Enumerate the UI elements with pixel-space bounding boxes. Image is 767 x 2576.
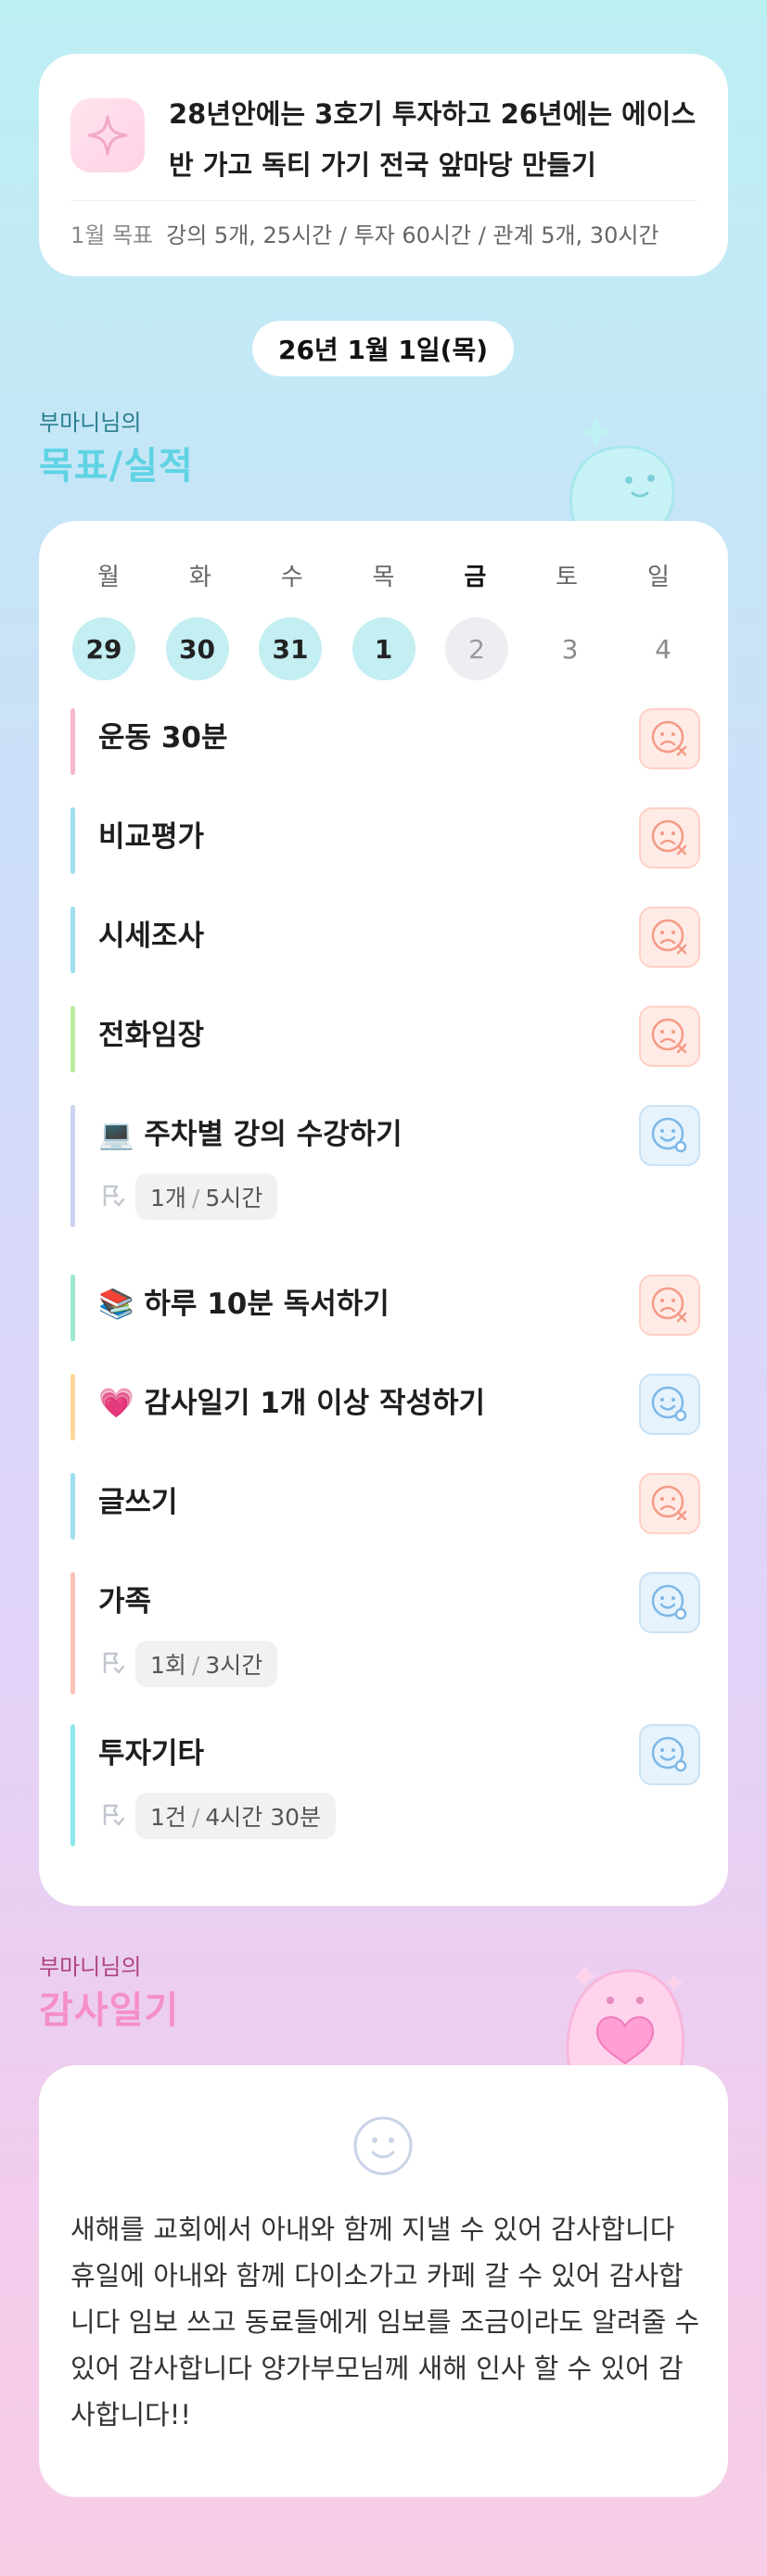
task-record: 1회/3시간 <box>98 1641 278 1687</box>
diary-owner: 부마니님의 <box>39 1954 142 1980</box>
task-name: 비교평가 <box>98 820 205 854</box>
task-name: 💗 감사일기 1개 이상 작성하기 <box>98 1387 486 1420</box>
sad-face-icon[interactable] <box>639 708 700 769</box>
date-3[interactable]: 3 <box>539 617 602 680</box>
task-name: 전화임장 <box>98 1019 205 1052</box>
smile-face-icon[interactable] <box>639 1572 700 1633</box>
sad-face-icon[interactable] <box>639 1275 700 1336</box>
monthly-goal-label: 1월 목표 <box>70 222 154 248</box>
weekday-sun: 일 <box>647 564 670 591</box>
task-color-bar <box>70 1724 75 1846</box>
diary-text: 새해를 교회에서 아내와 함께 지낼 수 있어 감사합니다 휴일에 아내와 함께… <box>70 2214 700 2430</box>
goal-title: 28년안에는 3호기 투자하고 26년에는 에이스반 가고 독티 가기 전국 앞… <box>169 98 697 181</box>
smile-face-icon[interactable] <box>639 1105 700 1166</box>
goal-card[interactable]: 28년안에는 3호기 투자하고 26년에는 에이스반 가고 독티 가기 전국 앞… <box>39 54 728 276</box>
date-30[interactable]: 30 <box>165 617 229 680</box>
mascot-heart-icon <box>553 1947 697 2071</box>
mascot-icon <box>555 408 694 537</box>
sad-face-icon[interactable] <box>639 1473 700 1534</box>
performance-card: 월 화 수 목 금 토 일 29 30 31 1 2 3 4 운동 30분비교평… <box>39 521 728 1906</box>
performance-owner: 부마니님의 <box>39 410 142 436</box>
task-name: 투자기타 <box>98 1737 205 1770</box>
task-color-bar <box>70 1105 75 1227</box>
task-name: 시세조사 <box>98 920 205 953</box>
task-record: 1건/4시간 30분 <box>98 1793 337 1839</box>
date-selector[interactable]: 26년 1월 1일(목) <box>252 321 514 376</box>
diary-title: 감사일기 <box>39 1989 180 2032</box>
smile-icon <box>352 2115 414 2180</box>
task-item[interactable]: 투자기타 1건/4시간 30분 <box>70 1724 700 1846</box>
task-item[interactable]: 💻 주차별 강의 수강하기 1개/5시간 <box>70 1105 700 1227</box>
monthly-goal: 1월 목표 강의 5개, 25시간 / 투자 60시간 / 관계 5개, 30시간 <box>70 213 706 258</box>
flag-icon <box>98 1648 126 1680</box>
date-2[interactable]: 2 <box>445 617 508 680</box>
weekday-row: 월 화 수 목 금 토 일 <box>76 558 691 592</box>
sad-face-icon[interactable] <box>639 807 700 869</box>
task-item[interactable]: 💗 감사일기 1개 이상 작성하기 <box>70 1374 700 1440</box>
task-color-bar <box>70 1275 75 1341</box>
diary-card[interactable]: 새해를 교회에서 아내와 함께 지낼 수 있어 감사합니다 휴일에 아내와 함께… <box>39 2065 728 2497</box>
task-name: 글쓰기 <box>98 1486 178 1519</box>
task-item[interactable]: 비교평가 <box>70 807 700 874</box>
task-item[interactable]: 시세조사 <box>70 907 700 973</box>
task-color-bar <box>70 1374 75 1440</box>
task-item[interactable]: 📚 하루 10분 독서하기 <box>70 1275 700 1341</box>
weekday-sat: 토 <box>556 564 579 591</box>
performance-title: 목표/실적 <box>39 445 194 488</box>
task-color-bar <box>70 1006 75 1072</box>
smile-face-icon[interactable] <box>639 1724 700 1785</box>
task-color-bar <box>70 1473 75 1540</box>
task-color-bar <box>70 708 75 775</box>
record-count: 1건 <box>150 1804 186 1831</box>
goal-divider <box>70 200 697 201</box>
task-color-bar <box>70 907 75 973</box>
smile-face-icon[interactable] <box>639 1374 700 1435</box>
task-name: 💻 주차별 강의 수강하기 <box>98 1118 403 1151</box>
flag-icon <box>98 1800 126 1832</box>
date-31[interactable]: 31 <box>259 617 322 680</box>
weekday-wed: 수 <box>280 564 303 591</box>
task-item[interactable]: 가족 1회/3시간 <box>70 1572 700 1694</box>
task-record: 1개/5시간 <box>98 1174 278 1220</box>
record-count: 1개 <box>150 1185 186 1212</box>
date-29[interactable]: 29 <box>72 617 135 680</box>
record-time: 5시간 <box>205 1185 263 1212</box>
date-1[interactable]: 1 <box>352 617 415 680</box>
record-chip: 1회/3시간 <box>135 1641 278 1687</box>
task-name: 운동 30분 <box>98 721 228 755</box>
sad-face-icon[interactable] <box>639 907 700 968</box>
record-time: 3시간 <box>205 1652 263 1679</box>
record-chip: 1건/4시간 30분 <box>135 1793 337 1839</box>
record-count: 1회 <box>150 1652 186 1679</box>
weekday-tue: 화 <box>188 564 211 591</box>
weekday-mon: 월 <box>97 564 120 591</box>
task-name: 가족 <box>98 1585 152 1618</box>
task-item[interactable]: 운동 30분 <box>70 708 700 775</box>
weekday-fri: 금 <box>464 564 487 591</box>
flag-icon <box>98 1181 126 1212</box>
sad-face-icon[interactable] <box>639 1006 700 1067</box>
record-chip: 1개/5시간 <box>135 1174 278 1220</box>
date-4[interactable]: 4 <box>632 617 695 680</box>
task-color-bar <box>70 807 75 874</box>
record-time: 4시간 30분 <box>205 1804 322 1831</box>
task-item[interactable]: 전화임장 <box>70 1006 700 1072</box>
date-row: 29 30 31 1 2 3 4 <box>72 617 695 680</box>
task-name: 📚 하루 10분 독서하기 <box>98 1288 390 1321</box>
task-color-bar <box>70 1572 75 1694</box>
sparkle-icon <box>70 98 145 172</box>
monthly-goal-text: 강의 5개, 25시간 / 투자 60시간 / 관계 5개, 30시간 <box>166 222 659 248</box>
task-item[interactable]: 글쓰기 <box>70 1473 700 1540</box>
weekday-thu: 목 <box>372 564 395 591</box>
